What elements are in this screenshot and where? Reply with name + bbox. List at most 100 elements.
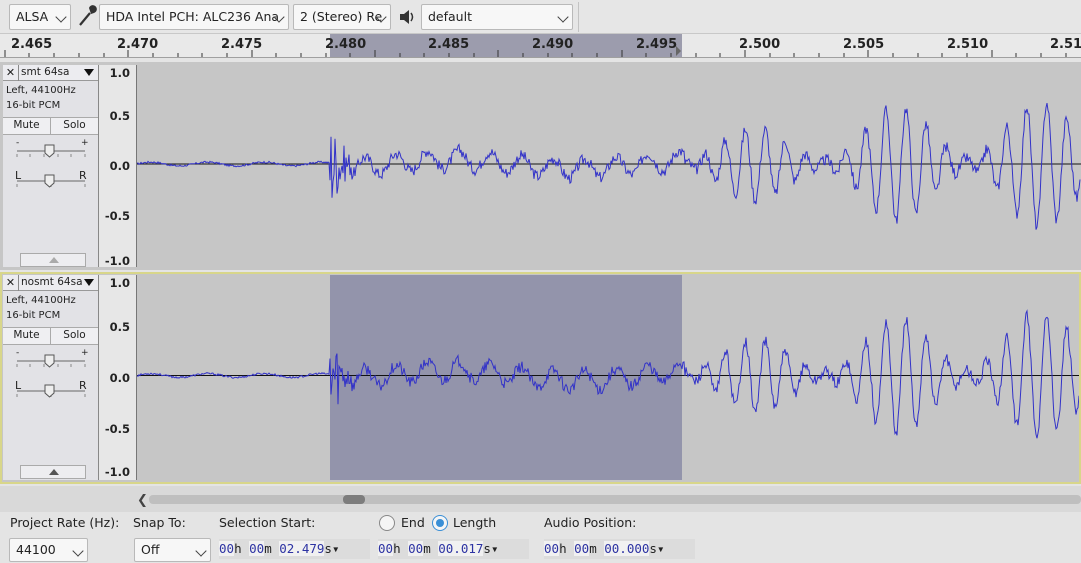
close-track-button[interactable]: ✕ bbox=[3, 65, 19, 81]
chevron-down-icon bbox=[195, 545, 207, 557]
scale-label: 0.0 bbox=[109, 159, 130, 173]
scale-label: 0.0 bbox=[109, 371, 130, 385]
selection-toolbar: Project Rate (Hz): 44100 Snap To: Off Se… bbox=[0, 512, 1081, 563]
chevron-down-icon bbox=[72, 545, 84, 557]
collapse-track-button[interactable] bbox=[20, 253, 86, 267]
microphone-icon bbox=[75, 5, 97, 29]
waveform bbox=[137, 309, 1081, 439]
format-menu-icon[interactable]: ▾ bbox=[491, 541, 499, 556]
scrollbar-thumb[interactable] bbox=[343, 495, 365, 504]
solo-button[interactable]: Solo bbox=[50, 328, 98, 344]
seconds-unit: s bbox=[324, 541, 332, 556]
audio-position-time[interactable]: 00h 00m 00.000s▾ bbox=[544, 539, 695, 559]
snap-to-value: Off bbox=[141, 542, 160, 557]
collapse-track-button[interactable] bbox=[20, 465, 86, 479]
ruler-label: 2.505 bbox=[843, 37, 885, 52]
track-name[interactable]: smt 64sa bbox=[21, 66, 69, 78]
length-radio[interactable] bbox=[432, 515, 448, 531]
track-menu-chevron-icon[interactable] bbox=[84, 279, 94, 286]
pan-slider-track bbox=[16, 384, 86, 398]
hours-unit: h bbox=[559, 541, 567, 556]
recording-device-select[interactable]: HDA Intel PCH: ALC236 Ana bbox=[99, 4, 289, 30]
hours-digits: 00 bbox=[378, 541, 394, 556]
seconds-digits: 00.017 bbox=[438, 541, 484, 556]
pan-slider[interactable]: L R bbox=[3, 375, 98, 405]
close-track-button[interactable]: ✕ bbox=[3, 275, 19, 291]
ruler-label: 2.480 bbox=[325, 37, 367, 52]
track-name[interactable]: nosmt 64sa bbox=[21, 276, 83, 288]
hours-unit: h bbox=[393, 541, 401, 556]
ruler-label: 2.485 bbox=[428, 37, 470, 52]
timeline-ruler[interactable]: 2.465 2.470 2.475 2.480 2.485 2.490 2.49… bbox=[0, 34, 1081, 58]
collapse-icon bbox=[49, 469, 59, 475]
vertical-scale[interactable]: 1.0 0.5 0.0 -0.5 -1.0 bbox=[99, 275, 137, 480]
format-menu-icon[interactable]: ▾ bbox=[657, 541, 665, 556]
chevron-down-icon bbox=[55, 11, 67, 23]
gain-slider[interactable]: - + bbox=[3, 345, 98, 375]
toolbar-separator bbox=[578, 2, 579, 32]
scale-label: -0.5 bbox=[104, 209, 130, 223]
solo-button[interactable]: Solo bbox=[50, 118, 98, 134]
hours-digits: 00 bbox=[219, 541, 235, 556]
mute-button[interactable]: Mute bbox=[3, 328, 50, 344]
vertical-scale[interactable]: 1.0 0.5 0.0 -0.5 -1.0 bbox=[99, 65, 137, 268]
minutes-digits: 00 bbox=[408, 541, 424, 556]
playback-device-value: default bbox=[428, 9, 472, 24]
speaker-icon bbox=[396, 5, 418, 29]
format-menu-icon[interactable]: ▾ bbox=[332, 541, 340, 556]
ruler-label: 2.490 bbox=[532, 37, 574, 52]
scale-label: 0.5 bbox=[109, 109, 130, 123]
waveform-area[interactable] bbox=[137, 275, 1081, 480]
project-rate-value: 44100 bbox=[16, 542, 56, 557]
snap-to-select[interactable]: Off bbox=[134, 538, 211, 562]
end-label[interactable]: End bbox=[401, 515, 425, 530]
selection-start-label: Selection Start: bbox=[219, 515, 316, 530]
audio-track-selected: ✕ nosmt 64sa Left, 44100Hz 16-bit PCM Mu… bbox=[0, 272, 1081, 484]
scroll-left-icon[interactable]: ❮ bbox=[137, 493, 148, 508]
track-control-panel: ✕ smt 64sa Left, 44100Hz 16-bit PCM Mute… bbox=[3, 65, 99, 267]
scale-label: -0.5 bbox=[104, 422, 130, 436]
seconds-unit: s bbox=[649, 541, 657, 556]
chevron-down-icon bbox=[557, 11, 569, 23]
scrollbar-trough[interactable] bbox=[149, 495, 1081, 504]
playback-device-select[interactable]: default bbox=[421, 4, 573, 30]
track-format-info: Left, 44100Hz 16-bit PCM bbox=[3, 81, 98, 113]
pan-slider[interactable]: L R bbox=[3, 165, 98, 195]
project-rate-label: Project Rate (Hz): bbox=[10, 515, 120, 530]
recording-device-value: HDA Intel PCH: ALC236 Ana bbox=[106, 9, 280, 24]
device-toolbar: ALSA HDA Intel PCH: ALC236 Ana 2 (Stereo… bbox=[0, 0, 1081, 34]
host-select[interactable]: ALSA bbox=[9, 4, 71, 30]
track-bit-depth: 16-bit PCM bbox=[6, 100, 61, 111]
audio-track: ✕ smt 64sa Left, 44100Hz 16-bit PCM Mute… bbox=[0, 62, 1081, 270]
track-menu-chevron-icon[interactable] bbox=[84, 69, 94, 76]
minutes-digits: 00 bbox=[574, 541, 590, 556]
selection-length-time[interactable]: 00h 00m 00.017s▾ bbox=[378, 539, 529, 559]
close-icon: ✕ bbox=[5, 66, 16, 79]
track-format-info: Left, 44100Hz 16-bit PCM bbox=[3, 291, 98, 323]
selection-start-time[interactable]: 00h 00m 02.479s▾ bbox=[219, 539, 370, 559]
ruler-label: 2.470 bbox=[117, 37, 159, 52]
track-channel-rate: Left, 44100Hz bbox=[6, 85, 76, 96]
scale-label: -1.0 bbox=[104, 465, 130, 479]
end-radio[interactable] bbox=[379, 515, 395, 531]
ruler-label: 2.495 bbox=[636, 37, 678, 52]
hours-unit: h bbox=[234, 541, 242, 556]
collapse-icon bbox=[49, 257, 59, 263]
minutes-unit: m bbox=[589, 541, 597, 556]
project-rate-select[interactable]: 44100 bbox=[9, 538, 88, 562]
gain-slider[interactable]: - + bbox=[3, 135, 98, 165]
horizontal-scrollbar[interactable]: ❮ bbox=[0, 486, 1081, 512]
track-control-panel: ✕ nosmt 64sa Left, 44100Hz 16-bit PCM Mu… bbox=[3, 275, 99, 480]
ruler-label: 2.465 bbox=[11, 37, 53, 52]
gain-slider-track bbox=[16, 144, 86, 158]
waveform bbox=[136, 102, 1081, 230]
minutes-unit: m bbox=[423, 541, 431, 556]
ruler-label: 2.51 bbox=[1050, 37, 1081, 52]
recording-channels-select[interactable]: 2 (Stereo) Re bbox=[293, 4, 391, 30]
waveform-area[interactable] bbox=[136, 65, 1081, 267]
length-label[interactable]: Length bbox=[453, 515, 496, 530]
track-bit-depth: 16-bit PCM bbox=[6, 310, 61, 321]
mute-button[interactable]: Mute bbox=[3, 118, 50, 134]
ruler-label: 2.475 bbox=[221, 37, 263, 52]
seconds-unit: s bbox=[483, 541, 491, 556]
